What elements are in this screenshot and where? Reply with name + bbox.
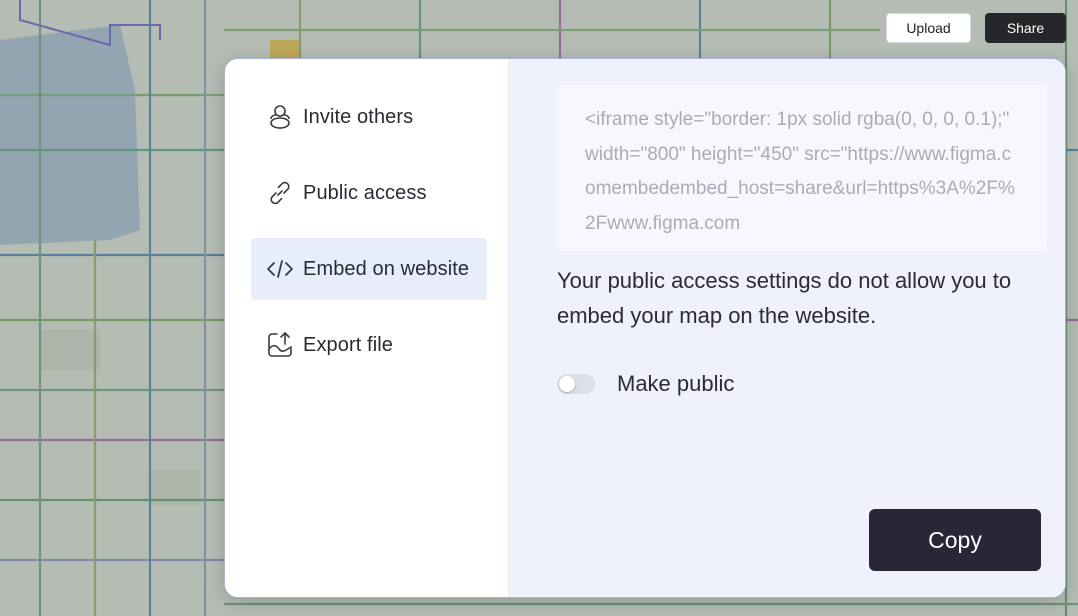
toggle-knob — [559, 376, 575, 392]
upload-button[interactable]: Upload — [886, 13, 971, 43]
make-public-toggle[interactable] — [557, 374, 595, 394]
make-public-label: Make public — [617, 371, 735, 396]
export-icon — [265, 330, 295, 360]
sidebar-item-export-file[interactable]: Export file — [251, 314, 487, 376]
sidebar-item-label: Embed on website — [303, 257, 470, 280]
sidebar-item-label: Invite others — [303, 105, 414, 128]
link-icon — [265, 178, 295, 208]
embed-panel: <iframe style="border: 1px solid rgba(0,… — [509, 59, 1065, 597]
dialog-sidebar: Invite others Public access Embed on web… — [225, 59, 509, 597]
share-button[interactable]: Share — [985, 13, 1066, 43]
embed-notice: Your public access settings do not allow… — [557, 268, 1012, 328]
people-icon — [265, 102, 295, 132]
copy-button[interactable]: Copy — [869, 509, 1041, 571]
sidebar-item-public-access[interactable]: Public access — [251, 162, 487, 224]
code-icon — [265, 254, 295, 284]
make-public-row: Make public — [557, 371, 734, 397]
share-dialog: Invite others Public access Embed on web… — [224, 58, 1066, 598]
sidebar-item-label: Public access — [303, 181, 427, 204]
embed-code-box[interactable]: <iframe style="border: 1px solid rgba(0,… — [557, 85, 1047, 251]
sidebar-item-label: Export file — [303, 333, 394, 356]
sidebar-item-invite-others[interactable]: Invite others — [251, 86, 487, 148]
sidebar-item-embed-on-website[interactable]: Embed on website — [251, 238, 487, 300]
